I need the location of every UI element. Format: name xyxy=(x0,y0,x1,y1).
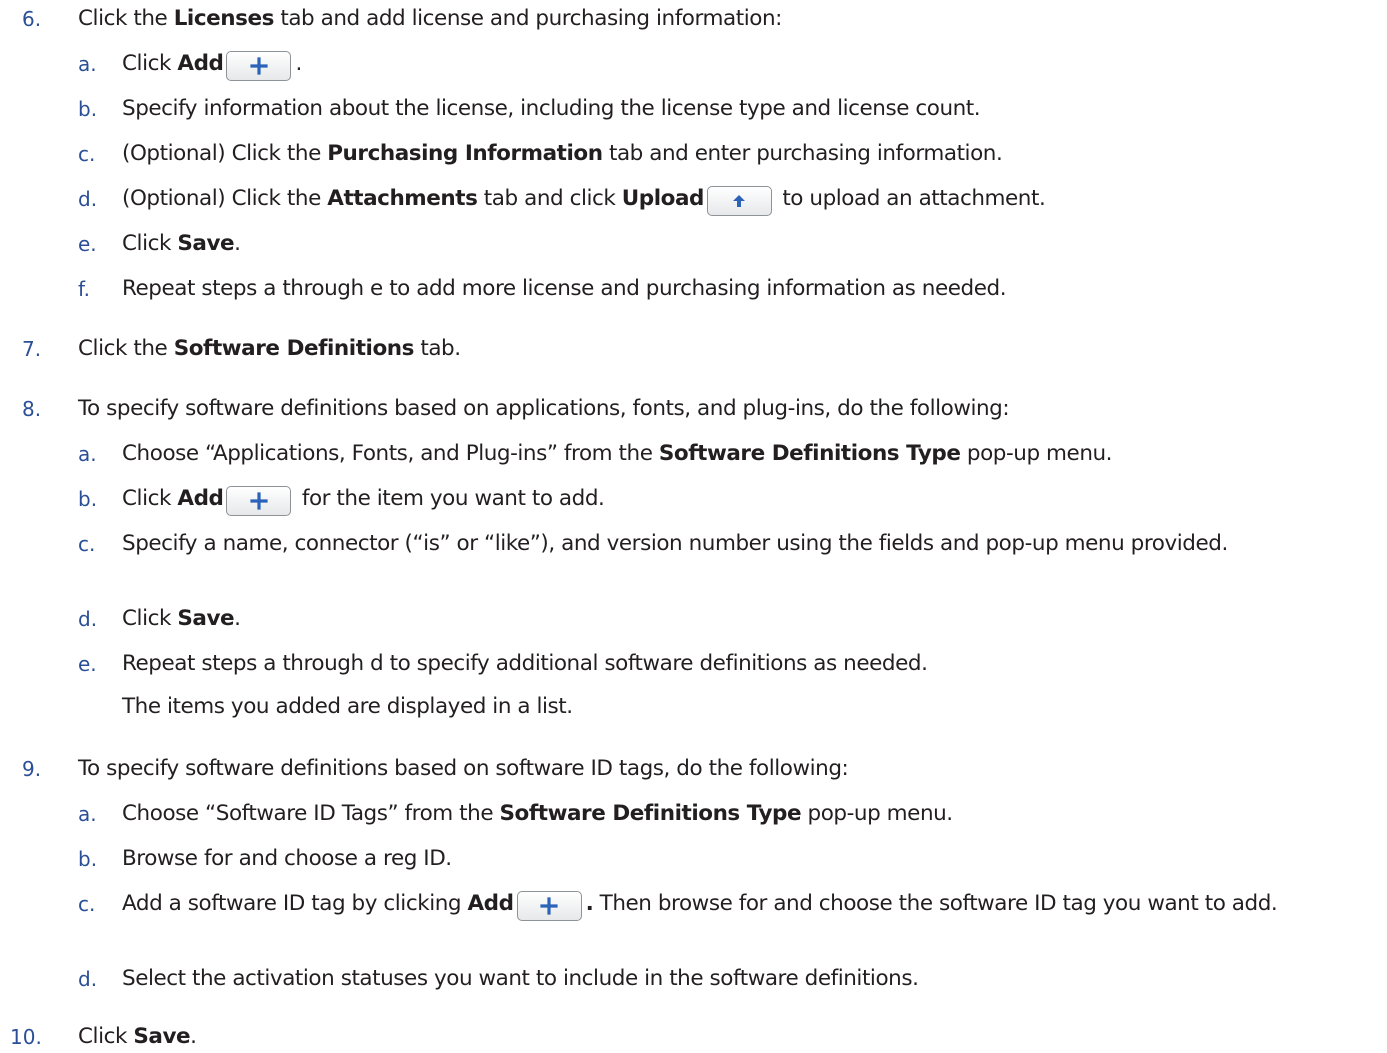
plus-icon xyxy=(540,897,558,915)
add-button[interactable] xyxy=(226,51,292,81)
upload-button[interactable] xyxy=(706,186,772,216)
substep-text: Click Save. xyxy=(122,606,241,631)
step-text: To specify software definitions based on… xyxy=(78,756,849,781)
substep-letter: a. xyxy=(78,442,97,466)
substep-letter: f. xyxy=(78,277,90,301)
result-note: The items you added are displayed in a l… xyxy=(122,694,573,719)
substep-letter: e. xyxy=(78,232,97,256)
step-text: Click the Licenses tab and add license a… xyxy=(78,6,782,31)
substep-letter: a. xyxy=(78,802,97,826)
substep-letter: b. xyxy=(78,97,98,121)
substep-letter: d. xyxy=(78,967,98,991)
plus-icon xyxy=(250,57,268,75)
substep-text: Choose “Applications, Fonts, and Plug-in… xyxy=(122,441,1113,466)
add-button[interactable] xyxy=(516,891,582,921)
substep-letter: c. xyxy=(78,142,96,166)
step-number: 7. xyxy=(22,337,42,361)
substep-text: Click Add for the item you want to add. xyxy=(122,485,605,516)
substep-letter: d. xyxy=(78,187,98,211)
substep-text: (Optional) Click the Purchasing Informat… xyxy=(122,141,1003,166)
substep-text: (Optional) Click the Attachments tab and… xyxy=(122,185,1046,216)
substep-letter: b. xyxy=(78,847,98,871)
substep-letter: b. xyxy=(78,487,98,511)
step-text: Click the Software Definitions tab. xyxy=(78,336,461,361)
step-text: To specify software definitions based on… xyxy=(78,396,1010,421)
substep-text: Select the activation statuses you want … xyxy=(122,966,919,991)
substep-text: Choose “Software ID Tags” from the Softw… xyxy=(122,801,953,826)
up-arrow-icon xyxy=(733,195,746,207)
substep-letter: a. xyxy=(78,52,97,76)
substep-text: Repeat steps a through e to add more lic… xyxy=(122,276,1007,301)
document-page: 6. Click the Licenses tab and add licens… xyxy=(0,0,1387,1053)
substep-letter: c. xyxy=(78,892,96,916)
substep-text: Browse for and choose a reg ID. xyxy=(122,846,452,871)
step-number: 8. xyxy=(22,397,42,421)
plus-icon xyxy=(250,492,268,510)
substep-text: Specify a name, connector (“is” or “like… xyxy=(122,531,1228,556)
substep-letter: d. xyxy=(78,607,98,631)
substep-text: Repeat steps a through d to specify addi… xyxy=(122,651,928,676)
substep-text: Specify information about the license, i… xyxy=(122,96,981,121)
step-number: 6. xyxy=(22,7,42,31)
substep-letter: e. xyxy=(78,652,97,676)
substep-text: Add a software ID tag by clicking Add. T… xyxy=(122,890,1372,921)
step-number: 9. xyxy=(22,757,42,781)
substep-letter: c. xyxy=(78,532,96,556)
step-text: Click Save. xyxy=(78,1024,197,1049)
substep-text: Click Save. xyxy=(122,231,241,256)
add-button[interactable] xyxy=(226,486,292,516)
step-number: 10. xyxy=(10,1025,42,1049)
substep-text: Click Add. xyxy=(122,50,302,81)
